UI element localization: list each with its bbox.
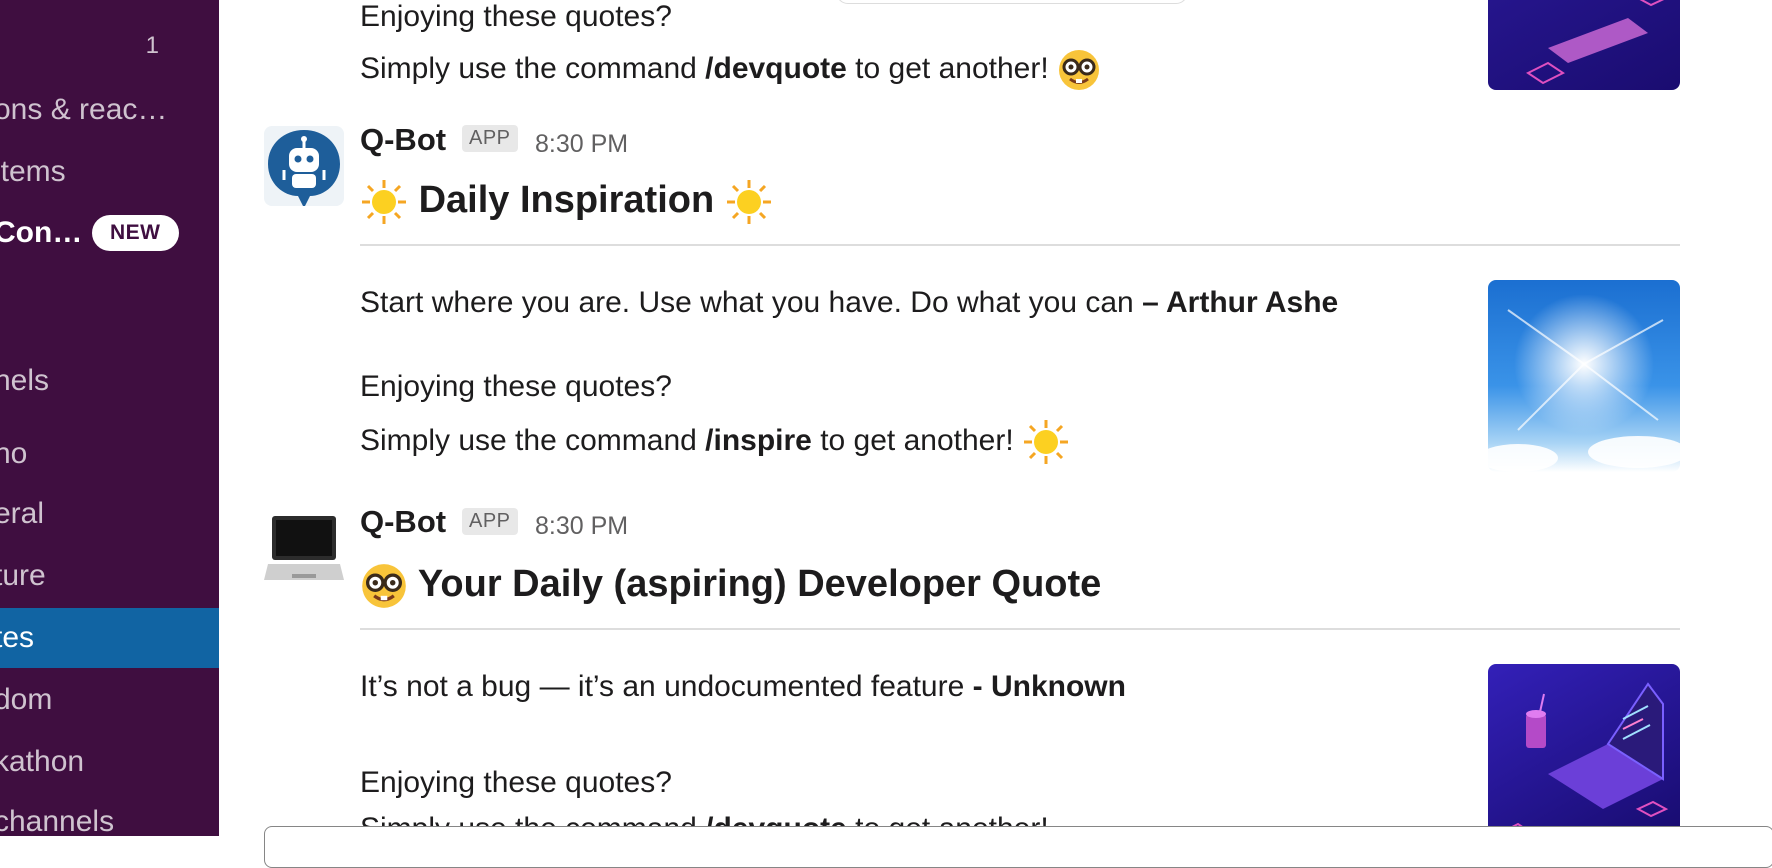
enjoying-text: Enjoying these quotes? <box>360 0 672 33</box>
sidebar-item-quotes[interactable]: tes <box>0 608 219 668</box>
sun-icon <box>362 180 406 224</box>
sidebar-item-label: channels <box>0 805 115 836</box>
command-name: /inspire <box>705 423 812 457</box>
sidebar: 1 ons & reac… items Con… NEW nels no era… <box>0 0 219 836</box>
quote-text: Start where you are. Use what you have. … <box>360 286 1338 320</box>
message-heading: Daily Inspiration <box>360 178 773 226</box>
message-actions-popover <box>836 0 1188 4</box>
message-author[interactable]: Q-Bot <box>360 122 446 158</box>
new-badge: NEW <box>92 215 179 251</box>
sidebar-item-threads[interactable]: 1 <box>0 18 219 74</box>
command-line: Simply use the command /inspire to get a… <box>360 418 1070 466</box>
command-prefix: Simply use the command <box>360 423 706 457</box>
enjoying-text: Enjoying these quotes? <box>360 766 672 799</box>
command-name: /devquote <box>705 51 847 85</box>
quote-body: Start where you are. Use what you have. … <box>360 286 1143 319</box>
command-suffix: to get another! <box>811 423 1023 457</box>
message-timestamp[interactable]: 8:30 PM <box>535 512 628 541</box>
laptop-icon <box>264 516 344 580</box>
sun-icon <box>1024 420 1069 464</box>
quote-author: - Unknown <box>972 670 1126 703</box>
enjoying-text: Enjoying these quotes? <box>360 370 672 403</box>
sidebar-item-label: ture <box>0 559 46 592</box>
unread-count: 1 <box>145 32 159 59</box>
sidebar-item-general[interactable]: eral <box>0 486 219 542</box>
sidebar-item-hackathon[interactable]: kathon <box>0 734 219 790</box>
sidebar-item-label: eral <box>0 497 45 530</box>
sidebar-item-mentions[interactable]: ons & reac… <box>0 82 219 138</box>
heading-text: Your Daily (aspiring) Developer Quote <box>417 563 1102 606</box>
robot-icon <box>268 130 340 206</box>
nerd-face-icon <box>362 564 406 608</box>
app-badge: APP <box>462 125 518 152</box>
command-line: Simply use the command /devquote to get … <box>360 48 1101 92</box>
command-prefix: Simply use the command <box>360 51 706 85</box>
message-composer[interactable] <box>264 826 1772 868</box>
sidebar-item-label: Con… <box>0 216 83 249</box>
heading-text: Daily Inspiration <box>418 179 715 222</box>
sidebar-item-label: ons & reac… <box>0 93 168 126</box>
robot-avatar[interactable] <box>264 126 344 206</box>
sidebar-item-channel[interactable]: no <box>0 426 219 482</box>
sun-icon <box>726 180 771 224</box>
laptop-avatar[interactable] <box>264 510 344 590</box>
sidebar-item-connect[interactable]: Con… NEW <box>0 205 219 261</box>
sidebar-item-label: no <box>0 437 28 470</box>
sidebar-item-random[interactable]: dom <box>0 672 219 728</box>
sidebar-item-label: kathon <box>0 745 85 778</box>
nerd-face-icon <box>1059 50 1099 90</box>
sidebar-section-channels[interactable]: nels <box>0 353 219 409</box>
sidebar-item-channel[interactable]: ture <box>0 548 219 604</box>
command-suffix: to get another! <box>846 51 1057 85</box>
sidebar-item-browse-channels[interactable]: channels <box>0 794 219 836</box>
sidebar-item-label: items <box>0 155 66 188</box>
message-timestamp[interactable]: 8:30 PM <box>535 130 628 159</box>
divider <box>360 244 1680 246</box>
sidebar-item-saved[interactable]: items <box>0 144 219 200</box>
sidebar-item-label: dom <box>0 683 53 716</box>
message-author[interactable]: Q-Bot <box>360 504 446 540</box>
quote-body: It’s not a bug — it’s an undocumented fe… <box>360 670 973 703</box>
message-heading: Your Daily (aspiring) Developer Quote <box>360 562 1101 610</box>
quote-text: It’s not a bug — it’s an undocumented fe… <box>360 670 1126 704</box>
sidebar-item-label: nels <box>0 364 50 397</box>
divider <box>360 628 1680 630</box>
app-badge: APP <box>462 508 518 535</box>
sky-sun-image[interactable] <box>1488 280 1680 472</box>
sidebar-item-label: tes <box>0 621 35 654</box>
laptop-image[interactable] <box>1488 0 1680 90</box>
quote-author: – Arthur Ashe <box>1142 286 1339 319</box>
